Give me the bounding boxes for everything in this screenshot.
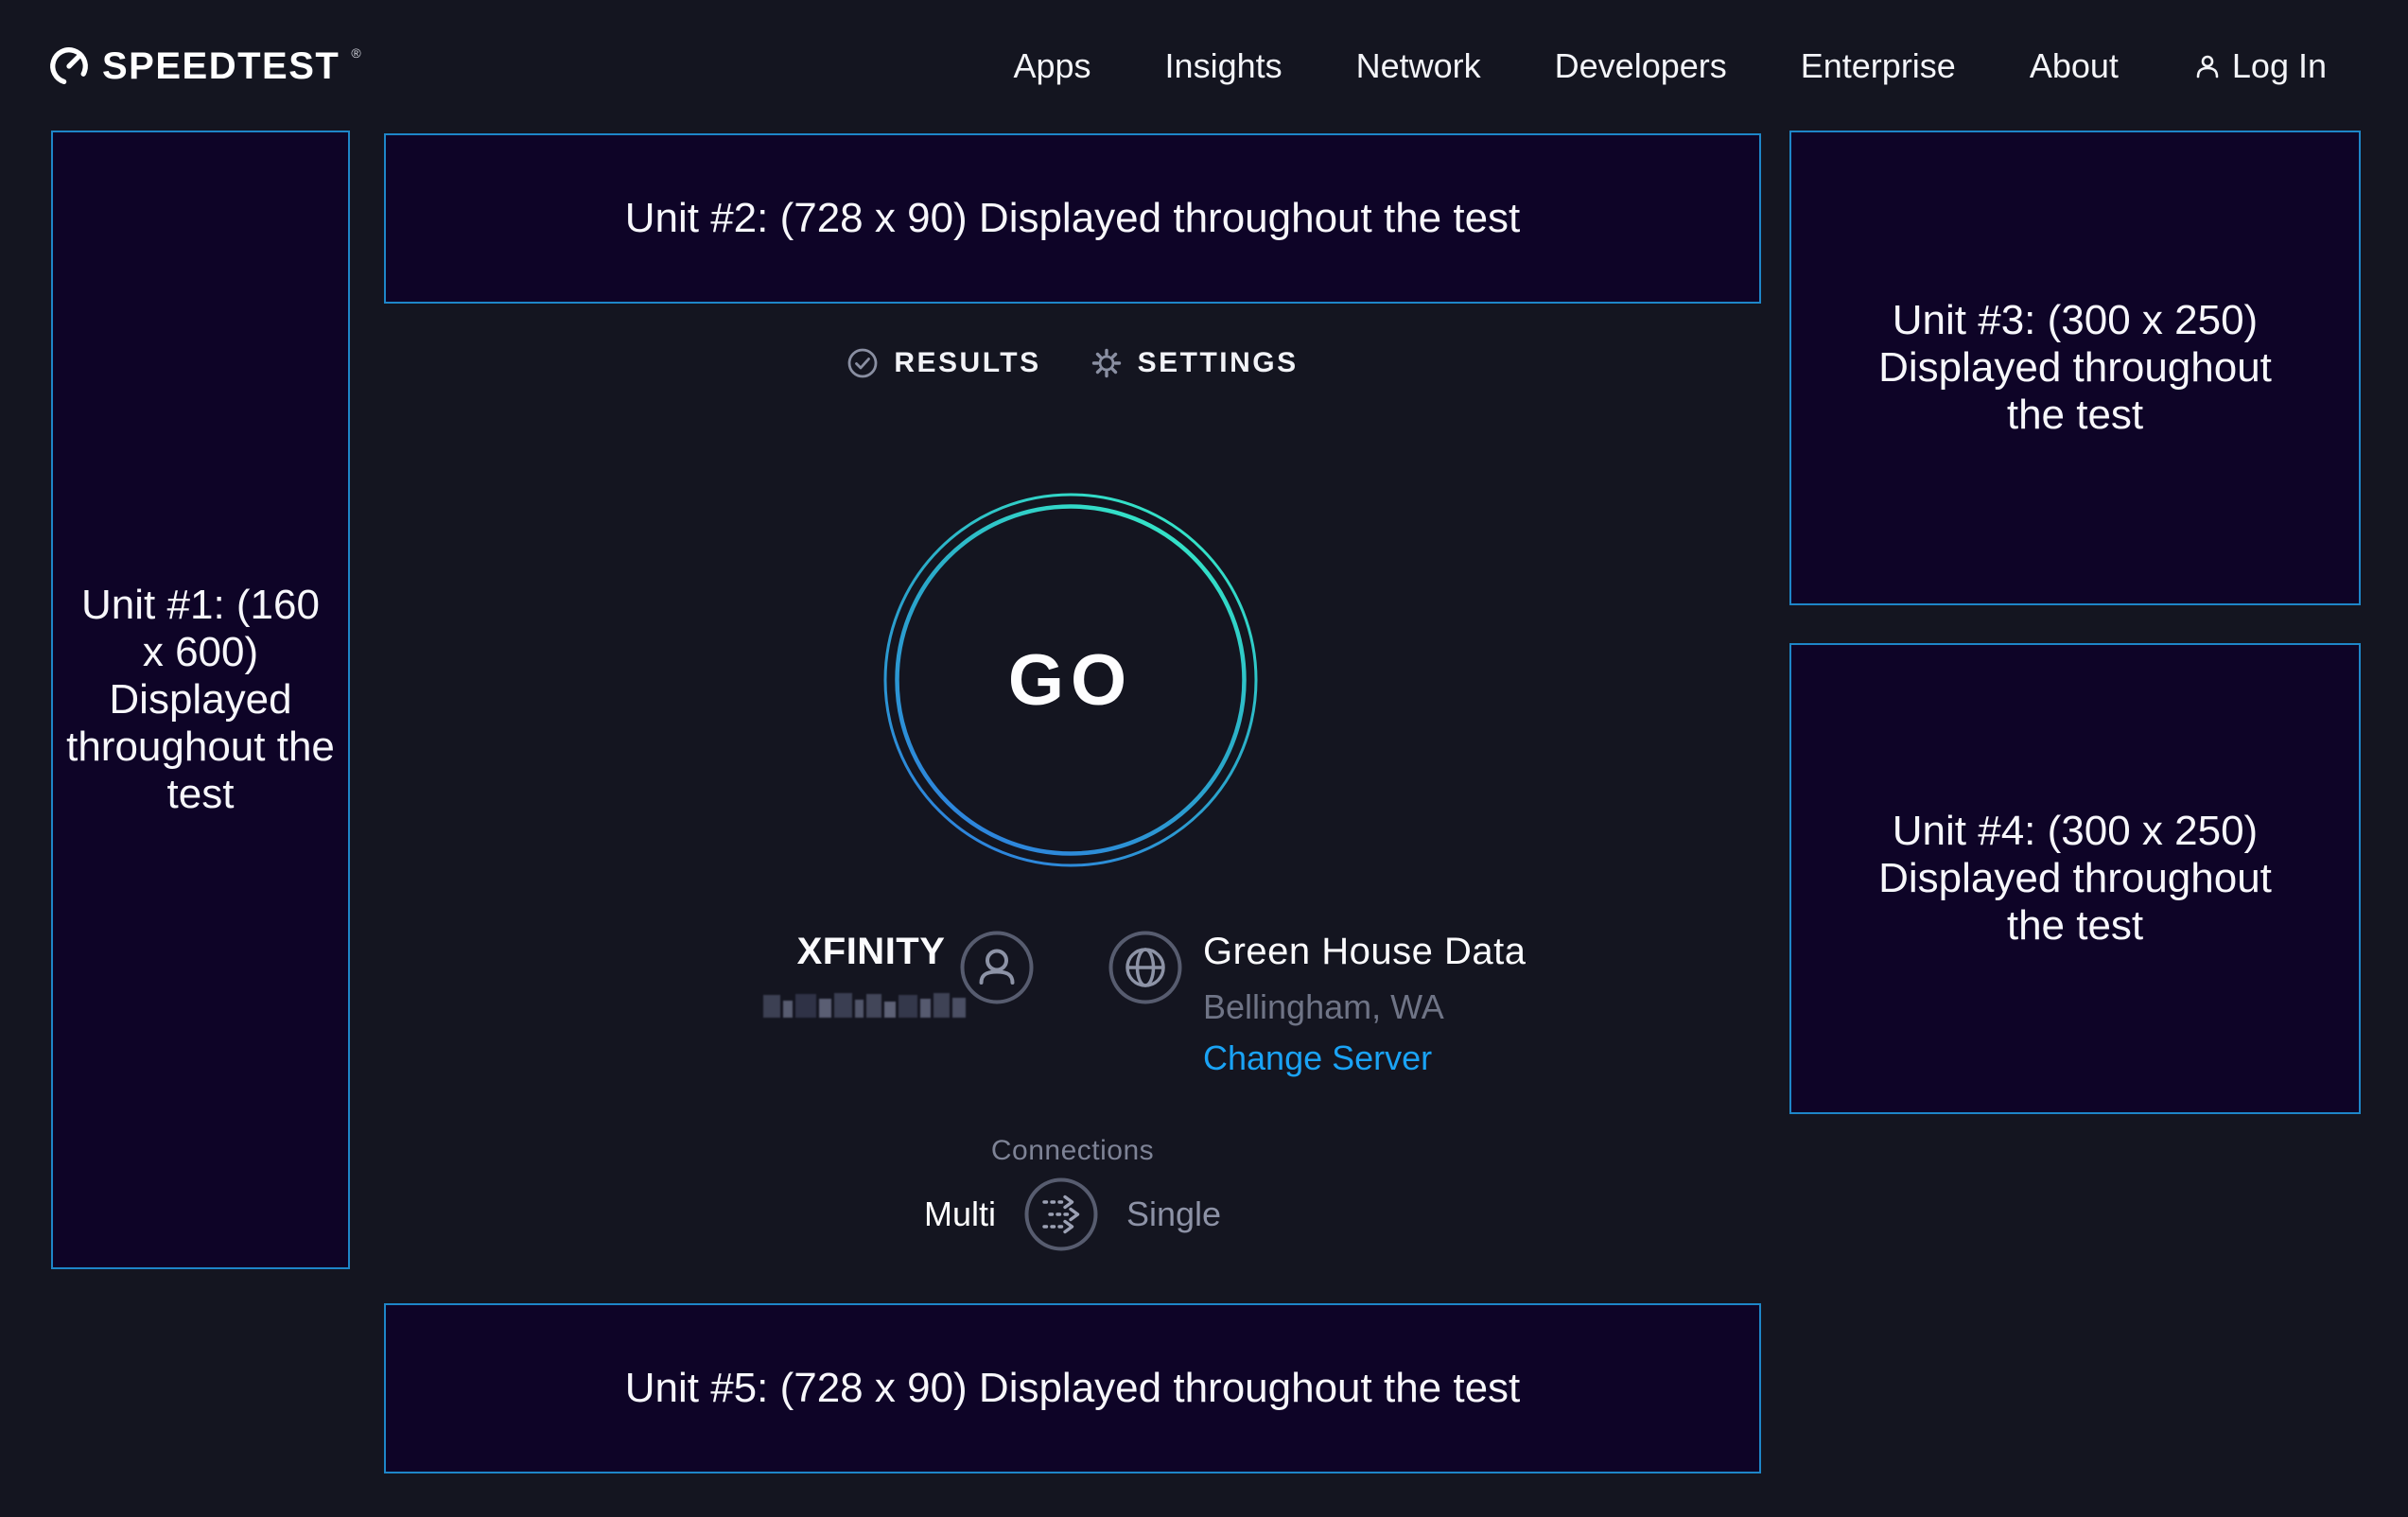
nav-item-network[interactable]: Network <box>1356 46 1481 86</box>
connections-label: Connections <box>384 1135 1761 1167</box>
tab-settings-label: SETTINGS <box>1138 347 1299 379</box>
speedtest-page: SPEEDTEST ® Apps Insights Network Develo… <box>0 0 2408 1517</box>
server-globe-icon <box>1108 931 1182 1004</box>
connections-multi-option[interactable]: Multi <box>924 1194 996 1234</box>
go-button[interactable]: GO <box>882 492 1259 868</box>
trademark-symbol: ® <box>351 45 360 61</box>
tab-results-label: RESULTS <box>894 347 1040 379</box>
redacted-ip-address <box>763 991 979 1018</box>
ad-unit-3[interactable]: Unit #3: (300 x 250) Displayed throughou… <box>1789 131 2361 605</box>
ad-unit-3-label: Unit #3: (300 x 250) Displayed throughou… <box>1844 297 2306 439</box>
ad-unit-1[interactable]: Unit #1: (160 x 600) Displayed throughou… <box>51 131 350 1269</box>
server-name: Green House Data <box>1203 931 1527 973</box>
ad-unit-4[interactable]: Unit #4: (300 x 250) Displayed throughou… <box>1789 643 2361 1114</box>
change-server-link[interactable]: Change Server <box>1203 1038 1432 1078</box>
connections-single-option[interactable]: Single <box>1126 1194 1221 1234</box>
ad-unit-2-label: Unit #2: (728 x 90) Displayed throughout… <box>625 195 1521 242</box>
gauge-icon <box>47 44 91 88</box>
ad-unit-5-label: Unit #5: (728 x 90) Displayed throughout… <box>625 1365 1521 1412</box>
nav-item-insights[interactable]: Insights <box>1165 46 1283 86</box>
speedtest-logo[interactable]: SPEEDTEST ® <box>47 44 361 88</box>
check-circle-icon <box>846 347 879 379</box>
brand-name: SPEEDTEST <box>102 45 340 88</box>
user-icon <box>2192 51 2223 81</box>
go-button-label: GO <box>882 492 1259 868</box>
ad-unit-4-label: Unit #4: (300 x 250) Displayed throughou… <box>1844 808 2306 950</box>
main-nav: Apps Insights Network Developers Enterpr… <box>1013 46 2327 86</box>
tab-results[interactable]: RESULTS <box>846 347 1040 379</box>
ad-unit-2[interactable]: Unit #2: (728 x 90) Displayed throughout… <box>384 133 1761 304</box>
nav-item-about[interactable]: About <box>2030 46 2119 86</box>
connections-toggle-row: Multi Single <box>384 1177 1761 1251</box>
nav-item-apps[interactable]: Apps <box>1013 46 1091 86</box>
login-label: Log In <box>2232 46 2327 86</box>
ad-unit-5[interactable]: Unit #5: (728 x 90) Displayed throughout… <box>384 1303 1761 1473</box>
login-button[interactable]: Log In <box>2192 46 2327 86</box>
tab-bar: RESULTS SETTING <box>384 344 1761 382</box>
tab-settings[interactable]: SETTINGS <box>1091 347 1299 379</box>
nav-item-developers[interactable]: Developers <box>1555 46 1727 86</box>
ad-unit-1-label: Unit #1: (160 x 600) Displayed throughou… <box>66 582 335 818</box>
header: SPEEDTEST ® Apps Insights Network Develo… <box>0 0 2408 132</box>
connections-toggle-icon[interactable] <box>1024 1177 1098 1251</box>
isp-avatar-icon <box>960 931 1034 1004</box>
nav-item-enterprise[interactable]: Enterprise <box>1801 46 1956 86</box>
gear-icon <box>1091 347 1123 379</box>
server-location: Bellingham, WA <box>1203 987 1444 1027</box>
